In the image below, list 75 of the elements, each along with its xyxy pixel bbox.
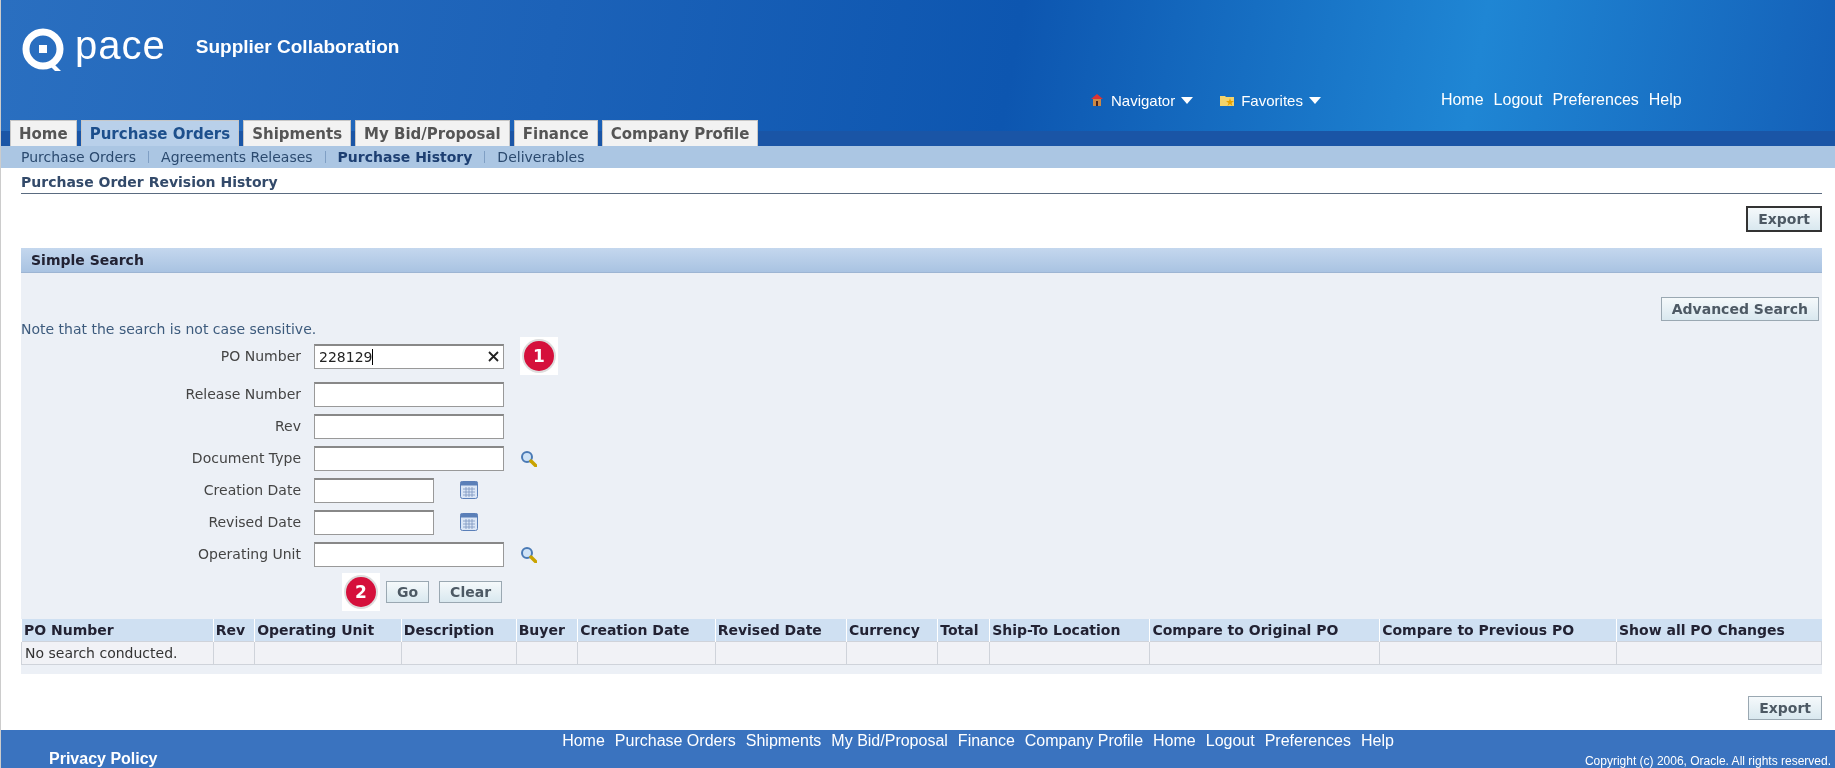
column-header: Revised Date [715,619,847,642]
search-note: Note that the search is not case sensitive. [21,321,317,337]
tab[interactable]: Home [10,120,77,146]
tab[interactable]: Purchase Orders [80,120,240,146]
column-header: PO Number [21,619,214,642]
copyright-text: Copyright (c) 2006, Oracle. All rights reserved. [1584,754,1831,768]
export-button[interactable]: Export [1746,206,1822,232]
column-header: Operating Unit [254,619,402,642]
logo-text: pace [75,22,166,68]
footer-link[interactable]: Home [1153,732,1196,750]
advanced-search-button[interactable]: Advanced Search [1660,297,1819,321]
tab[interactable]: Finance [513,120,598,146]
export-button[interactable]: Export [1748,696,1822,720]
subtab[interactable]: Purchase Orders [21,149,137,165]
column-header: Buyer [516,619,578,642]
column-header: Description [401,619,517,642]
app-title: Supplier Collaboration [195,36,400,58]
header-link[interactable]: Home [1440,91,1484,109]
footer-link[interactable]: Company Profile [1024,732,1144,750]
privacy-link[interactable]: Privacy Policy [49,750,158,768]
footer-link[interactable]: Finance [957,732,1015,750]
input-field[interactable] [314,541,504,567]
header-link[interactable]: Logout [1493,91,1543,109]
column-header: Creation Date [577,619,716,642]
column-header: Compare to Previous PO [1379,619,1617,642]
subtab[interactable]: Purchase History [337,149,473,165]
house-icon [1089,92,1105,108]
column-header: Total [937,619,990,642]
field-label: Rev [274,418,302,434]
column-header: Compare to Original PO [1149,619,1380,642]
field-label: Operating Unit [197,546,302,562]
go-button[interactable]: Go [386,581,430,603]
input-field[interactable]: 228129 [314,343,504,369]
footer-link[interactable]: Home [562,732,605,750]
empty-message: No search conducted. [21,641,214,665]
field-label: Creation Date [202,482,302,498]
footer-link[interactable]: Help [1360,732,1394,750]
footer-link[interactable]: Logout [1205,732,1255,750]
section-header: Simple Search [21,248,1822,273]
clear-button[interactable]: Clear [439,581,503,603]
input-field[interactable] [314,509,434,535]
page-title: Purchase Order Revision History [21,168,1822,194]
footer-link[interactable]: Purchase Orders [614,732,736,750]
input-field[interactable] [314,445,504,471]
header-link[interactable]: Preferences [1552,91,1639,109]
footer-link[interactable]: Preferences [1264,732,1351,750]
field-label: Release Number [184,386,302,402]
footer-link[interactable]: My Bid/Proposal [831,732,948,750]
menu-link[interactable]: Favorites [1219,91,1321,109]
tab[interactable]: Shipments [243,120,352,146]
caret-icon [1308,96,1321,104]
tab[interactable]: My Bid/Proposal [355,120,510,146]
input-field[interactable] [314,381,504,407]
field-label: Document Type [190,450,302,466]
footer-link[interactable]: Shipments [745,732,822,750]
column-header: Rev [213,619,255,642]
input-field[interactable] [314,477,434,503]
step-badge: 2 [346,577,376,607]
tab[interactable]: Company Profile [601,120,759,146]
calendar-icon [460,513,478,531]
column-header: Currency [846,619,938,642]
search-icon [520,449,537,467]
column-header: Show all PO Changes [1616,619,1822,642]
input-field[interactable] [314,413,504,439]
caret-icon [1181,96,1194,104]
subtab[interactable]: Deliverables [497,149,585,165]
subtab[interactable]: Agreements Releases [161,149,313,165]
menu-link[interactable]: Navigator [1089,91,1194,109]
field-label: Revised Date [207,514,302,530]
header-link[interactable]: Help [1648,91,1682,109]
calendar-icon [460,481,478,499]
column-header: Ship-To Location [989,619,1150,642]
field-label: PO Number [219,348,302,364]
search-icon [520,545,537,563]
step-badge: 1 [524,341,554,371]
